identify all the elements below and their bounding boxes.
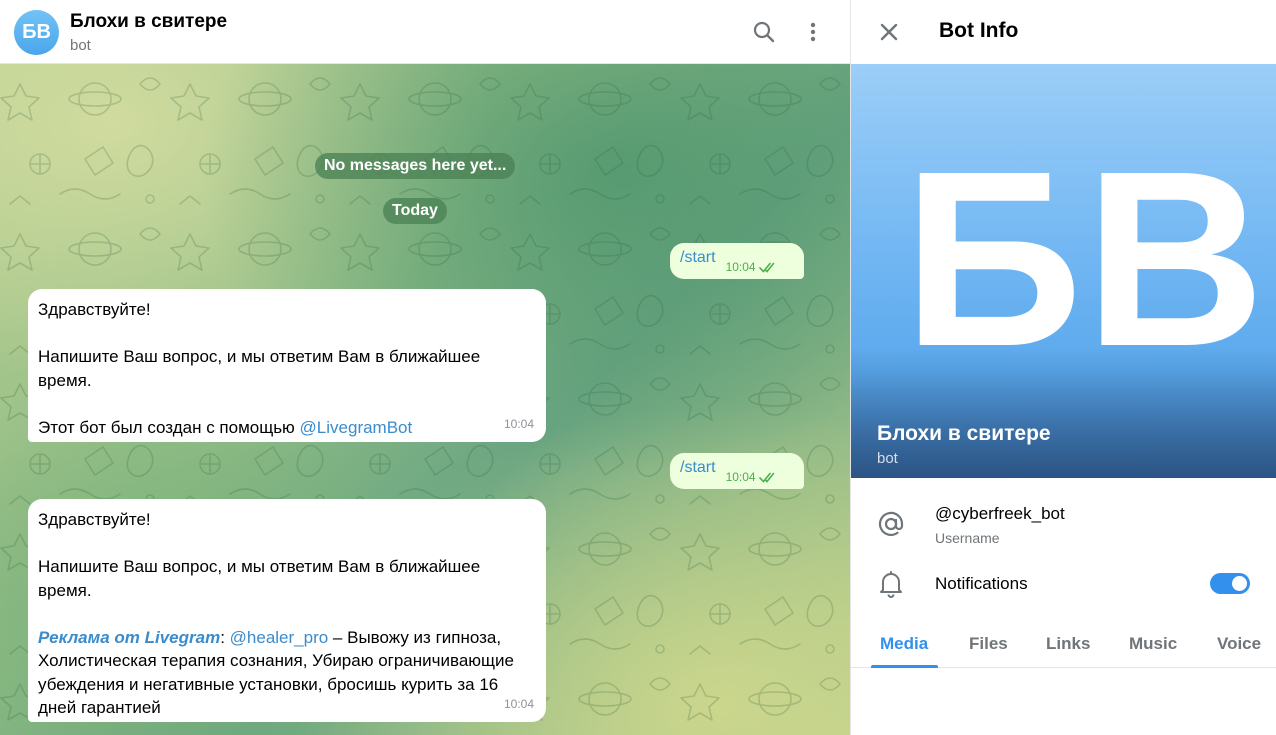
bell-icon (875, 568, 907, 600)
chat-header[interactable]: БВ Блохи в свитере bot (0, 0, 850, 64)
tab-music[interactable]: Music (1129, 634, 1177, 654)
message-text[interactable]: /start (680, 459, 716, 477)
profile-banner[interactable]: БВ Блохи в свитере bot (851, 64, 1276, 478)
message-text[interactable]: /start (680, 249, 716, 267)
chat-title: Блохи в свитере (70, 11, 228, 32)
tab-voice[interactable]: Voice (1217, 634, 1261, 654)
toggle-knob (1230, 574, 1249, 593)
message-body: Напишите Ваш вопрос, и мы ответим Вам в … (38, 557, 481, 600)
banner-shade (851, 348, 1276, 478)
incoming-message[interactable]: Здравствуйте! Напишите Ваш вопрос, и мы … (28, 289, 546, 442)
chat-subtitle: bot (70, 37, 91, 54)
at-sign-icon (875, 508, 907, 540)
double-check-icon (758, 472, 774, 483)
active-tab-indicator (871, 665, 938, 668)
message-time: 10:04 (503, 416, 534, 431)
chat-panel: БВ Блохи в свитере bot No messages here … (0, 0, 850, 735)
message-time: 10:04 (725, 260, 756, 274)
ad-paragraph: Реклама от Livegram: @healer_pro – Вывож… (38, 626, 518, 720)
close-icon (880, 23, 898, 41)
username-value[interactable]: @cyberfreek_bot (935, 504, 1065, 524)
search-icon (753, 21, 775, 43)
ad-label[interactable]: Реклама от Livegram (38, 628, 220, 647)
shared-media-tabs: Media Files Links Music Voice (851, 624, 1276, 668)
chat-avatar[interactable]: БВ (14, 10, 59, 55)
date-separator: Today (383, 198, 447, 224)
close-button[interactable] (871, 14, 907, 50)
outgoing-message[interactable]: /start 10:04 (670, 453, 804, 489)
incoming-message[interactable]: Здравствуйте! Напишите Ваш вопрос, и мы … (28, 499, 546, 722)
message-body: Напишите Ваш вопрос, и мы ответим Вам в … (38, 347, 481, 390)
chat-background: No messages here yet... Today /start 10:… (0, 64, 850, 735)
created-with-text: Этот бот был создан с помощью (38, 417, 300, 437)
notifications-label: Notifications (935, 574, 1028, 593)
more-vertical-icon (810, 22, 816, 42)
message-time: 10:04 (503, 696, 534, 711)
empty-chat-notice: No messages here yet... (315, 153, 516, 179)
info-header: Bot Info (851, 0, 1276, 64)
info-title: Bot Info (939, 19, 1019, 42)
tab-media[interactable]: Media (880, 634, 928, 654)
more-button[interactable] (795, 14, 831, 50)
telegram-app: БВ Блохи в свитере bot No messages here … (0, 0, 1276, 735)
notifications-toggle[interactable] (1210, 573, 1250, 594)
message-greeting: Здравствуйте! (38, 300, 151, 319)
message-footer: Этот бот был создан с помощью @LivegramB… (38, 416, 536, 440)
tab-links[interactable]: Links (1046, 634, 1090, 654)
outgoing-message[interactable]: /start 10:04 (670, 243, 804, 279)
tab-files[interactable]: Files (969, 634, 1008, 654)
double-check-icon (758, 262, 774, 273)
message-time: 10:04 (725, 470, 756, 484)
search-button[interactable] (746, 14, 782, 50)
profile-name: Блохи в свитере (877, 422, 1051, 445)
healer-pro-link[interactable]: @healer_pro (230, 628, 329, 647)
message-greeting: Здравствуйте! (38, 510, 151, 529)
username-label: Username (935, 530, 1000, 546)
ad-colon: : (220, 627, 230, 647)
banner-initials: БВ (903, 119, 1268, 398)
livegram-bot-link[interactable]: @LivegramBot (300, 418, 413, 437)
profile-kind: bot (877, 450, 898, 467)
bot-info-panel: Bot Info БВ Блохи в свитере bot @cyberfr… (851, 0, 1276, 735)
